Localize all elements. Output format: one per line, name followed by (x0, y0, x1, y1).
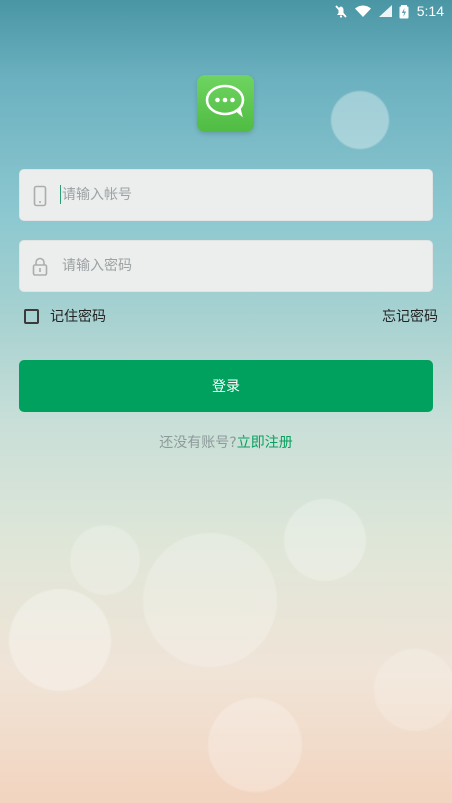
account-field[interactable] (19, 169, 433, 221)
app-logo (197, 75, 254, 132)
forgot-password-link[interactable]: 忘记密码 (382, 307, 438, 327)
battery-charging-icon (399, 4, 409, 19)
register-row: 还没有账号?立即注册 (0, 433, 452, 453)
password-input[interactable] (62, 241, 422, 291)
register-link[interactable]: 立即注册 (237, 435, 293, 451)
login-button[interactable]: 登录 (19, 360, 433, 412)
ringer-off-icon (334, 4, 348, 19)
remember-checkbox[interactable] (24, 309, 39, 324)
phone-icon (32, 184, 48, 208)
wifi-icon (354, 4, 372, 18)
status-time: 5:14 (416, 3, 444, 19)
chat-bubble-icon (204, 83, 248, 125)
status-icons: 5:14 (334, 3, 444, 19)
text-cursor (60, 185, 61, 204)
signal-icon (378, 4, 393, 18)
remember-row: 记住密码 忘记密码 (24, 307, 438, 329)
password-field[interactable] (19, 240, 433, 292)
account-input[interactable] (62, 170, 422, 220)
lock-icon (32, 255, 48, 279)
status-bar: 5:14 (0, 0, 452, 25)
register-question: 还没有账号? (159, 435, 237, 451)
remember-label[interactable]: 记住密码 (50, 307, 106, 327)
